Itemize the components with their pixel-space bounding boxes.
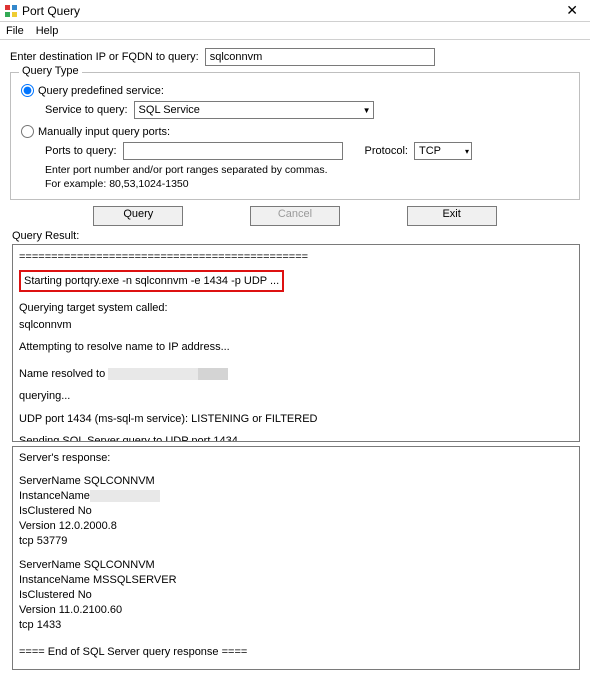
result-line: Name resolved to [19,366,573,383]
response-line: ServerName SQLCONNVM [19,474,573,489]
ports-input[interactable] [123,142,343,160]
result-label: Query Result: [12,230,580,242]
ports-hint: Enter port number and/or port ranges sep… [45,164,569,191]
response-line: IsClustered No [19,588,573,603]
cancel-button: Cancel [250,206,340,226]
result-separator: ========================================… [19,249,573,266]
highlight-start-cmd: Starting portqry.exe -n sqlconnvm -e 143… [19,270,284,293]
app-icon [4,4,18,18]
destination-input[interactable] [205,48,435,66]
chevron-down-icon: ▼ [359,106,371,115]
protocol-value: TCP [419,145,441,157]
ports-label: Ports to query: [45,145,117,157]
response-line: tcp 1433 [19,618,573,633]
result-line: UDP port 1434 (ms-sql-m service): LISTEN… [19,411,573,428]
response-line: InstanceName MSSQLSERVER [19,573,573,588]
chevron-down-icon: ▾ [461,147,469,156]
radio-predefined[interactable] [21,84,34,97]
menu-help[interactable]: Help [36,25,59,37]
title-bar: Port Query ✕ [0,0,590,22]
result-line: Attempting to resolve name to IP address… [19,339,573,356]
window-title: Port Query [22,4,80,18]
protocol-select[interactable]: TCP ▾ [414,142,472,160]
query-type-group: Query Type Query predefined service: Ser… [10,72,580,200]
result-line: sqlconnvm [19,317,573,334]
service-select[interactable]: SQL Service ▼ [134,101,374,119]
result-line: Querying target system called: [19,300,573,317]
exit-button[interactable]: Exit [407,206,497,226]
protocol-label: Protocol: [365,145,408,157]
response-header: Server's response: [19,451,573,466]
response-line: ServerName SQLCONNVM [19,558,573,573]
radio-manual[interactable] [21,125,34,138]
menu-bar: File Help [0,22,590,40]
menu-file[interactable]: File [6,25,24,37]
response-line: InstanceName [19,489,573,504]
response-output[interactable]: Server's response: ServerName SQLCONNVM … [12,446,580,670]
result-line: querying... [19,388,573,405]
response-end: ==== End of SQL Server query response ==… [19,645,573,660]
service-label: Service to query: [45,104,128,116]
response-line: IsClustered No [19,504,573,519]
destination-row: Enter destination IP or FQDN to query: [10,48,580,66]
response-line: Version 11.0.2100.60 [19,603,573,618]
radio-manual-label: Manually input query ports: [38,126,170,138]
redacted-ip [108,368,198,380]
redacted-ip [198,368,228,380]
query-button[interactable]: Query [93,206,183,226]
buttons-row: Query Cancel Exit [60,206,530,226]
destination-label: Enter destination IP or FQDN to query: [10,51,199,63]
highlight-listening: LISTENING [106,669,174,670]
service-value: SQL Service [139,104,200,116]
response-line: UDP port 1434 is LISTENING [19,669,573,670]
response-line: tcp 53779 [19,534,573,549]
query-type-legend: Query Type [19,65,82,77]
close-button[interactable]: ✕ [560,2,584,19]
radio-predefined-label: Query predefined service: [38,85,164,97]
response-line: Version 12.0.2000.8 [19,519,573,534]
result-output[interactable]: ========================================… [12,244,580,442]
redacted-instance [90,490,160,502]
result-line: Sending SQL Server query to UDP port 143… [19,433,573,442]
